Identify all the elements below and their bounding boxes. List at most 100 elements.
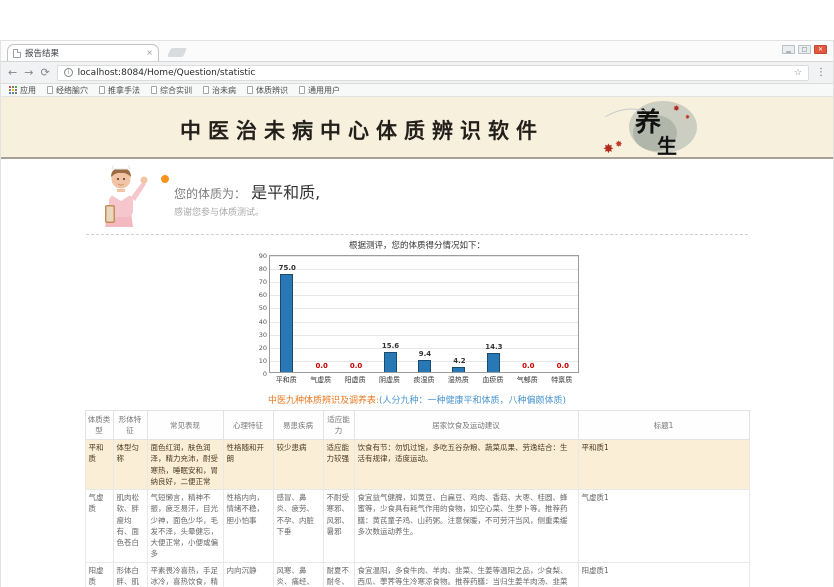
constitution-table: 体质类型形体特征常见表现心理特征易患疾病适应能力居家饮食及运动建议标题1 平和质… — [85, 410, 750, 587]
svg-text:✸: ✸ — [615, 140, 623, 150]
table-cell: 阳虚质 — [85, 562, 113, 587]
bookmark-label: 通用用户 — [308, 85, 340, 96]
table-cell: 肌肉松软、胖瘦均有、面色苍白 — [113, 490, 147, 563]
bookmark-label: 经络腧穴 — [56, 85, 88, 96]
table-row: 气虚质肌肉松软、胖瘦均有、面色苍白气短懒言，精神不振，疲乏易汗，目光少神，面色少… — [85, 490, 749, 563]
table-cell: 气虚质1 — [578, 490, 749, 563]
bookmark-label: 推拿手法 — [108, 85, 140, 96]
reload-icon[interactable]: ⟳ — [40, 67, 49, 78]
result-prefix: 您的体质为： — [174, 187, 246, 201]
table-title: 中医九种体质辨识及调养表:(人分九种：一种健康平和体质，八种偏颇体质) — [1, 393, 833, 406]
bookmark-star-icon[interactable]: ☆ — [794, 68, 802, 78]
tab-strip: 报告结果 × ▁ □ ✕ — [1, 41, 833, 61]
table-cell: 感冒、鼻炎、疲劳、不孕、内脏下垂 — [273, 490, 323, 563]
x-axis-label: 湿热质 — [441, 375, 475, 385]
back-icon[interactable]: ← — [8, 67, 17, 78]
chart-title: 根据测评，您的体质得分情况如下： — [1, 239, 833, 251]
column-header: 易患疾病 — [273, 411, 323, 440]
table-cell: 风寒、鼻炎、痛经、阳痿、风湿关节炎、宫寒不孕 — [273, 562, 323, 587]
table-cell: 饮食有节：勿饥过饱，多吃五谷杂粮、蔬菜瓜果、劳逸结合：生活有规律，适度运动。 — [354, 440, 578, 490]
column-header: 形体特征 — [113, 411, 147, 440]
minimize-icon[interactable]: ▁ — [782, 45, 795, 54]
info-icon[interactable]: i — [64, 68, 73, 77]
bookmark-item[interactable]: 推拿手法 — [99, 85, 140, 96]
bookmark-item[interactable]: 综合实训 — [151, 85, 192, 96]
bookmark-item[interactable]: 经络腧穴 — [47, 85, 88, 96]
bar-value-label: 0.0 — [546, 362, 580, 370]
table-cell: 食宜益气健脾，如黄豆、白扁豆、鸡肉、香菇、大枣、桂圆、蜂蜜等，少食具有耗气作用的… — [354, 490, 578, 563]
bar-阴虚质 — [384, 352, 397, 372]
column-header: 居家饮食及运动建议 — [354, 411, 578, 440]
bar-湿热质 — [452, 367, 465, 373]
x-axis-label: 气虚质 — [303, 375, 337, 385]
bookmark-label: 综合实训 — [160, 85, 192, 96]
bookmark-item[interactable]: 通用用户 — [299, 85, 340, 96]
table-cell: 较少患病 — [273, 440, 323, 490]
bar-value-label: 0.0 — [304, 362, 338, 370]
site-header: 中医治未病中心体质辨识软件 养 生 ✸ ✸ ✸ ✸ — [1, 97, 833, 159]
x-axis-label: 阴虚质 — [372, 375, 406, 385]
result-line: 您的体质为： 是平和质, — [174, 179, 320, 203]
y-axis-tick: 40 — [251, 318, 267, 326]
column-header: 心理特征 — [223, 411, 273, 440]
tab-close-icon[interactable]: × — [146, 49, 153, 57]
chart-slot: 0.0 — [511, 256, 545, 372]
x-axis-label: 平和质 — [269, 375, 303, 385]
y-axis-tick: 60 — [251, 291, 267, 299]
bar-血瘀质 — [487, 353, 500, 372]
browser-tab[interactable]: 报告结果 × — [7, 44, 159, 61]
result-bullet-icon — [161, 175, 169, 183]
page-icon — [203, 86, 209, 94]
chart-slot: 4.2 — [442, 256, 476, 372]
maximize-icon[interactable]: □ — [798, 45, 811, 54]
bar-value-label: 4.2 — [442, 357, 476, 365]
address-bar[interactable]: i localhost:8084/Home/Question/statistic… — [57, 65, 809, 81]
browser-toolbar: ← → ⟳ i localhost:8084/Home/Question/sta… — [1, 61, 833, 84]
table-cell: 气短懒言，精神不振，疲乏易汗，目光少神，面色少华，毛发不泽，头晕健忘，大便正常，… — [147, 490, 223, 563]
table-cell: 气虚质 — [85, 490, 113, 563]
table-row: 平和质体型匀称面色红润，肤色润泽，精力充沛，耐受寒热，睡眠安和，胃纳良好，二便正… — [85, 440, 749, 490]
column-header: 常见表现 — [147, 411, 223, 440]
bookmarks-bar-items: 经络腧穴 推拿手法 综合实训治未病 体质辨识 通用用户 — [47, 85, 340, 96]
y-axis-tick: 70 — [251, 278, 267, 286]
column-header: 适应能力 — [323, 411, 354, 440]
page-icon — [99, 86, 105, 94]
chart-slot: 0.0 — [546, 256, 580, 372]
forward-icon[interactable]: → — [24, 67, 33, 78]
y-axis-tick: 90 — [251, 252, 267, 260]
chart-slot: 9.4 — [408, 256, 442, 372]
close-icon[interactable]: ✕ — [814, 45, 827, 54]
table-body: 平和质体型匀称面色红润，肤色润泽，精力充沛，耐受寒热，睡眠安和，胃纳良好，二便正… — [85, 440, 749, 587]
y-axis-tick: 30 — [251, 331, 267, 339]
x-axis-label: 气郁质 — [510, 375, 544, 385]
table-cell: 体型匀称 — [113, 440, 147, 490]
bookmark-label: 体质辨识 — [256, 85, 288, 96]
browser-menu-icon[interactable]: ⋮ — [816, 67, 826, 78]
chart-section: 根据测评，您的体质得分情况如下： 010203040506070809075.0… — [1, 235, 833, 385]
browser-window: 报告结果 × ▁ □ ✕ ← → ⟳ i localhost:8084/Home… — [0, 40, 834, 587]
bar-value-label: 0.0 — [339, 362, 373, 370]
chart-slot: 75.0 — [270, 256, 304, 372]
y-axis-tick: 0 — [251, 370, 267, 378]
bookmark-item[interactable]: 治未病 — [203, 85, 236, 96]
table-cell: 性格内向，情绪不稳，胆小怕事 — [223, 490, 273, 563]
bookmark-item[interactable]: 体质辨识 — [247, 85, 288, 96]
url-text[interactable]: localhost:8084/Home/Question/statistic — [78, 68, 789, 78]
table-section: 中医九种体质辨识及调养表:(人分九种：一种健康平和体质，八种偏颇体质) 体质类型… — [1, 393, 833, 587]
result-value: 是平和质, — [251, 183, 320, 202]
nurse-illustration — [97, 165, 149, 231]
x-axis-label: 特禀质 — [545, 375, 579, 385]
bar-value-label: 0.0 — [511, 362, 545, 370]
result-section: 您的体质为： 是平和质, 感谢您参与体质测试。 — [1, 159, 833, 235]
chart-x-labels: 平和质气虚质阳虚质阴虚质痰湿质湿热质血瘀质气郁质特禀质 — [269, 375, 579, 385]
page-icon — [247, 86, 253, 94]
bar-value-label: 14.3 — [477, 343, 511, 351]
apps-button[interactable]: 应用 — [9, 85, 36, 96]
yangsheng-artwork: 养 生 ✸ ✸ ✸ ✸ — [595, 97, 705, 159]
new-tab-button[interactable] — [167, 48, 187, 57]
bookmarks-bar: 应用 经络腧穴 推拿手法 综合实训治未病 体质辨识 通用用户 — [1, 84, 833, 97]
y-axis-tick: 50 — [251, 304, 267, 312]
chart-slot: 0.0 — [304, 256, 338, 372]
x-axis-label: 痰湿质 — [407, 375, 441, 385]
svg-text:✸: ✸ — [603, 142, 614, 157]
